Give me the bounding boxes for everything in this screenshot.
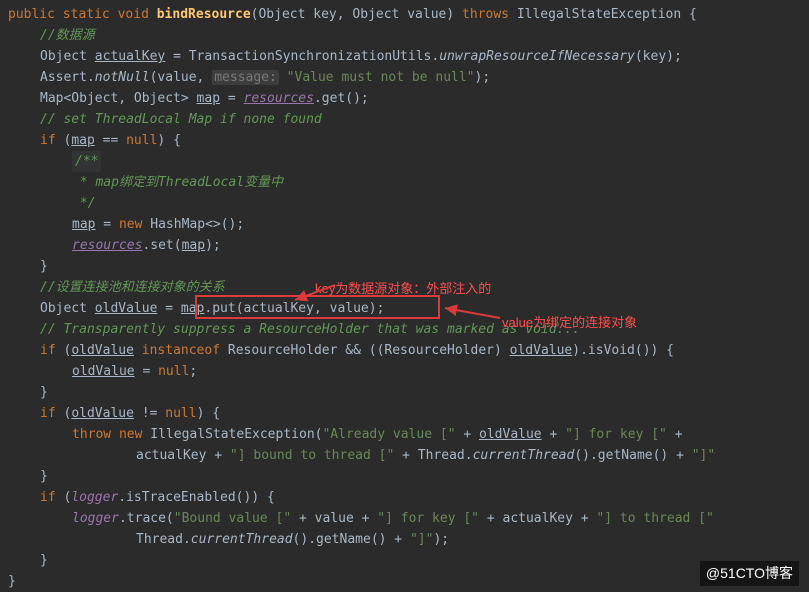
code-line: if (logger.isTraceEnabled()) { (8, 487, 809, 508)
comment-line: // set ThreadLocal Map if none found (8, 109, 809, 130)
comment-line: //数据源 (8, 25, 809, 46)
local-var: oldValue (95, 301, 158, 316)
local-var: map (181, 301, 204, 316)
local-var: map (197, 91, 220, 106)
string-literal: "] for key [" (565, 427, 667, 442)
annotation-text-key: key为数据源对象：外部注入的 (315, 278, 491, 299)
string-literal: "]" (410, 532, 433, 547)
annotation-text-value: value为绑定的连接对象 (502, 312, 637, 333)
string-literal: "] bound to thread [" (230, 448, 394, 463)
code-line: Thread.currentThread().getName() + "]"); (8, 529, 809, 550)
code-line: actualKey + "] bound to thread [" + Thre… (8, 445, 809, 466)
string-literal: "]" (692, 448, 715, 463)
string-literal: "Value must not be null" (287, 70, 475, 85)
keyword-new: new (119, 217, 142, 232)
field-ref: logger (71, 490, 118, 505)
keyword-if: if (40, 343, 56, 358)
code-line: oldValue = null; (8, 361, 809, 382)
local-var: map (71, 133, 94, 148)
code-line: Map<Object, Object> map = resources.get(… (8, 88, 809, 109)
code-line: Object actualKey = TransactionSynchroniz… (8, 46, 809, 67)
keyword-void: void (118, 7, 149, 22)
param-name: value (407, 7, 446, 22)
doc-comment-line: /** (8, 151, 809, 172)
param-hint: message: (212, 70, 279, 85)
static-method: unwrapResourceIfNecessary (439, 49, 635, 64)
doc-comment-line: */ (8, 193, 809, 214)
doc-comment-line: * map绑定到ThreadLocal变量中 (8, 172, 809, 193)
code-line: } (8, 550, 809, 571)
static-method: currentThread (473, 448, 575, 463)
keyword-null: null (126, 133, 157, 148)
local-var: oldValue (479, 427, 542, 442)
code-line: map = new HashMap<>(); (8, 214, 809, 235)
comment-line: // Transparently suppress a ResourceHold… (8, 319, 809, 340)
code-line: if (oldValue != null) { (8, 403, 809, 424)
param-type: Object (258, 7, 305, 22)
local-var: oldValue (72, 364, 135, 379)
code-line: } (8, 466, 809, 487)
local-var: oldValue (510, 343, 573, 358)
code-line: } (8, 571, 809, 592)
code-line: public static void bindResource(Object k… (8, 4, 809, 25)
keyword-if: if (40, 490, 56, 505)
keyword-throw: throw (72, 427, 111, 442)
code-line: Assert.notNull(value, message: "Value mu… (8, 67, 809, 88)
string-literal: "] to thread [" (596, 511, 713, 526)
static-field: resources (72, 238, 142, 253)
code-line: } (8, 382, 809, 403)
param-name: key (313, 7, 336, 22)
string-literal: "Bound value [" (174, 511, 291, 526)
keyword-null: null (165, 406, 196, 421)
code-line: Object oldValue = map.put(actualKey, val… (8, 298, 809, 319)
param-type: Object (352, 7, 399, 22)
string-literal: "] for key [" (377, 511, 479, 526)
keyword-new: new (119, 427, 142, 442)
code-line: resources.set(map); (8, 235, 809, 256)
local-var: map (182, 238, 205, 253)
static-method: currentThread (191, 532, 293, 547)
keyword-null: null (158, 364, 189, 379)
keyword-if: if (40, 406, 56, 421)
keyword-throws: throws (462, 7, 509, 22)
keyword-if: if (40, 133, 56, 148)
code-line: if (oldValue instanceof ResourceHolder &… (8, 340, 809, 361)
keyword-instanceof: instanceof (142, 343, 220, 358)
local-var: actualKey (95, 49, 165, 64)
method-name: bindResource (157, 7, 251, 22)
keyword-public: public (8, 7, 55, 22)
exception-type: IllegalStateException (517, 7, 681, 22)
local-var: oldValue (71, 343, 134, 358)
string-literal: "Already value [" (322, 427, 455, 442)
static-method: notNull (95, 70, 150, 85)
code-line: if (map == null) { (8, 130, 809, 151)
keyword-static: static (63, 7, 110, 22)
field-ref: logger (72, 511, 119, 526)
code-line: logger.trace("Bound value [" + value + "… (8, 508, 809, 529)
watermark: @51CTO博客 (700, 561, 799, 586)
code-line: throw new IllegalStateException("Already… (8, 424, 809, 445)
local-var: map (72, 217, 95, 232)
static-field: resources (244, 91, 314, 106)
local-var: oldValue (71, 406, 134, 421)
code-line: } (8, 256, 809, 277)
